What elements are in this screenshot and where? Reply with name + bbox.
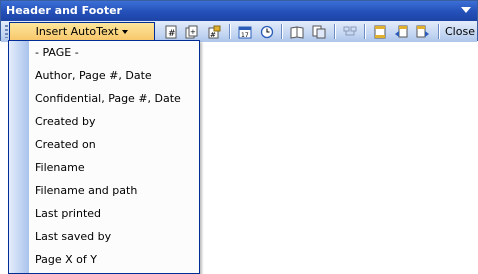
toolbar: Insert AutoText # + # 17 Close xyxy=(1,21,477,42)
insert-number-of-pages-icon[interactable]: + xyxy=(184,24,200,39)
show-previous-icon[interactable] xyxy=(393,24,409,39)
page-setup-icon[interactable] xyxy=(289,24,305,39)
toolbar-separator xyxy=(281,24,282,39)
format-page-number-icon[interactable]: # xyxy=(206,24,222,39)
menu-item-created-on[interactable]: Created on xyxy=(9,133,199,156)
show-hide-document-text-icon[interactable] xyxy=(311,24,327,39)
insert-time-icon[interactable] xyxy=(259,24,275,39)
menu-item-last-printed[interactable]: Last printed xyxy=(9,202,199,225)
menu-item-author-page-date[interactable]: Author, Page #, Date xyxy=(9,64,199,87)
show-next-icon[interactable] xyxy=(415,24,431,39)
svg-text:+: + xyxy=(190,28,196,36)
toolbar-grip[interactable] xyxy=(5,25,8,38)
toolbar-options-dropdown-icon[interactable] xyxy=(461,7,471,13)
menu-item-created-by[interactable]: Created by xyxy=(9,110,199,133)
toolbar-separator xyxy=(364,24,365,39)
close-button[interactable]: Close xyxy=(445,24,475,39)
toolbar-separator xyxy=(334,24,335,39)
svg-text:#: # xyxy=(168,29,176,39)
insert-autotext-button[interactable]: Insert AutoText xyxy=(9,22,155,41)
switch-header-footer-icon[interactable] xyxy=(372,24,388,39)
menu-item-filename[interactable]: Filename xyxy=(9,156,199,179)
toolbar-separator xyxy=(438,24,439,39)
menu-item-last-saved-by[interactable]: Last saved by xyxy=(9,225,199,248)
menu-item-page-x-of-y[interactable]: Page X of Y xyxy=(9,248,199,271)
same-as-previous-icon[interactable] xyxy=(342,24,358,39)
header-footer-toolbar-window: Header and Footer Insert AutoText # + # … xyxy=(0,0,478,42)
menu-item-filename-and-path[interactable]: Filename and path xyxy=(9,179,199,202)
insert-autotext-menu: - PAGE - Author, Page #, Date Confidenti… xyxy=(8,40,200,274)
chevron-down-icon xyxy=(122,30,129,34)
menu-list: - PAGE - Author, Page #, Date Confidenti… xyxy=(9,41,199,271)
svg-text:17: 17 xyxy=(241,32,249,39)
toolbar-separator xyxy=(229,24,230,39)
insert-autotext-label: Insert AutoText xyxy=(35,25,119,38)
menu-item-page[interactable]: - PAGE - xyxy=(9,41,199,64)
insert-page-number-icon[interactable]: # xyxy=(163,24,179,39)
window-title: Header and Footer xyxy=(6,4,122,17)
menu-item-confidential-page-date[interactable]: Confidential, Page #, Date xyxy=(9,87,199,110)
title-bar[interactable]: Header and Footer xyxy=(1,1,477,21)
insert-date-icon[interactable]: 17 xyxy=(237,24,253,39)
svg-text:#: # xyxy=(210,31,216,39)
